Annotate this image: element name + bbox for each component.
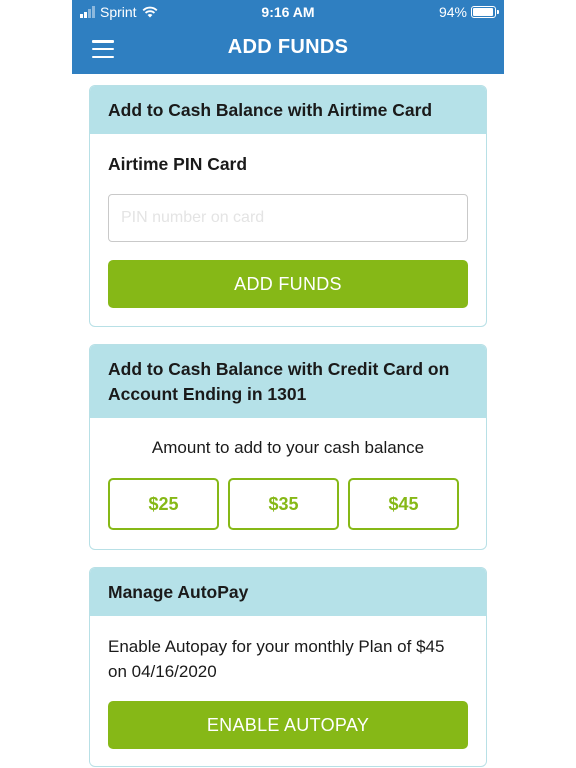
airtime-card-heading: Add to Cash Balance with Airtime Card: [90, 86, 486, 134]
credit-card-section: Add to Cash Balance with Credit Card on …: [89, 344, 487, 550]
pin-input[interactable]: [108, 194, 468, 242]
amount-prompt: Amount to add to your cash balance: [151, 438, 425, 457]
airtime-card-section: Add to Cash Balance with Airtime Card Ai…: [89, 85, 487, 327]
status-bar: Sprint 9:16 AM 94%: [72, 0, 504, 26]
credit-card-heading: Add to Cash Balance with Credit Card on …: [90, 345, 486, 418]
autopay-description: Enable Autopay for your monthly Plan of …: [108, 637, 445, 681]
battery-area: 94%: [438, 4, 499, 20]
amount-35-button[interactable]: $35: [228, 478, 339, 530]
page-title: ADD FUNDS: [227, 36, 349, 58]
battery-icon: [471, 6, 499, 18]
amount-45-button[interactable]: $45: [348, 478, 459, 530]
app-screen: Sprint 9:16 AM 94% ADD FUNDS Add to Cash…: [72, 0, 504, 768]
pin-label: Airtime PIN Card: [108, 154, 248, 174]
autopay-section: Manage AutoPay Enable Autopay for your m…: [89, 567, 487, 767]
battery-percent: 94%: [438, 4, 467, 20]
add-funds-button[interactable]: ADD FUNDS: [108, 260, 468, 308]
top-bar: Sprint 9:16 AM 94% ADD FUNDS: [72, 0, 504, 74]
battery-fill: [473, 8, 493, 16]
enable-autopay-button[interactable]: ENABLE AUTOPAY: [108, 701, 468, 749]
autopay-heading: Manage AutoPay: [90, 568, 486, 616]
amount-25-button[interactable]: $25: [108, 478, 219, 530]
